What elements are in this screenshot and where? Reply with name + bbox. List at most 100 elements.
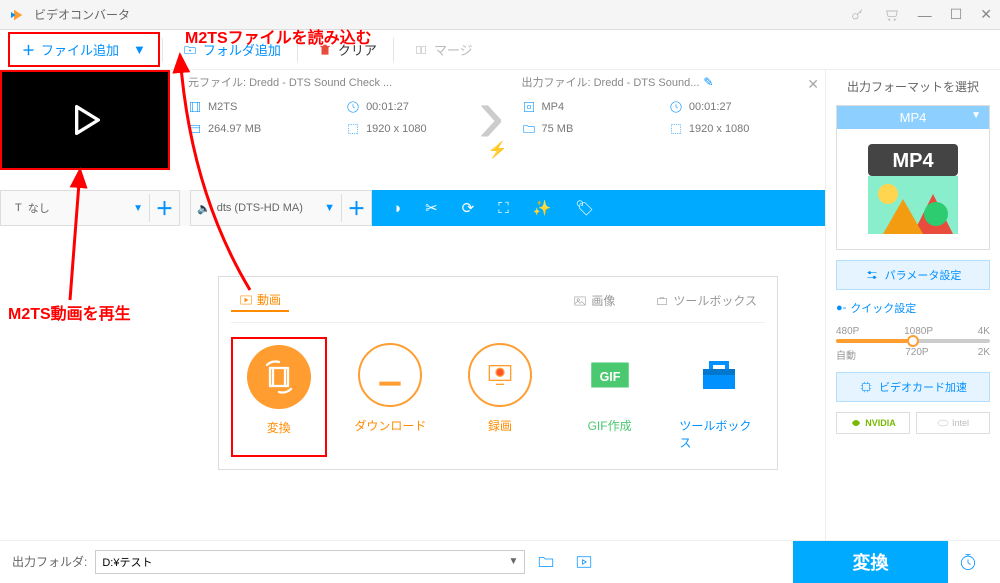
audio-value: dts (DTS-HD MA): [217, 202, 303, 214]
resolution-slider[interactable]: 480P1080P4K 自動720P2K: [836, 326, 990, 362]
edit-filename-button[interactable]: ✎: [703, 75, 713, 89]
app-logo-icon: [8, 6, 26, 24]
out-duration: 00:01:27: [689, 101, 732, 113]
module-gif[interactable]: GIF GIF作成: [564, 337, 656, 457]
svg-text:MP4: MP4: [892, 150, 934, 172]
format-icon: [188, 100, 202, 114]
module-toolbox[interactable]: ツールボックス: [673, 337, 765, 457]
modules-panel: 動画 画像 ツールボックス 変換 ダウンロード 録画 GIF: [218, 276, 778, 470]
download-icon: [374, 359, 406, 391]
format-selector[interactable]: MP4 ▼ MP4: [836, 105, 990, 250]
cart-icon[interactable]: [884, 7, 900, 23]
nvidia-badge: NVIDIA: [836, 412, 910, 434]
tab-image[interactable]: 画像: [565, 289, 623, 312]
svg-text:GIF: GIF: [599, 370, 620, 384]
plus-icon: ＋: [22, 40, 35, 59]
add-file-label: ファイル追加: [41, 40, 119, 59]
src-format: M2TS: [208, 101, 237, 113]
divider: [297, 38, 298, 62]
tab-video[interactable]: 動画: [231, 289, 289, 312]
record-icon: [484, 359, 516, 391]
tab-toolbox[interactable]: ツールボックス: [647, 289, 765, 312]
size-icon: [188, 122, 202, 136]
trash-icon: [318, 43, 332, 57]
app-title: ビデオコンバータ: [34, 6, 850, 23]
output-folder-input[interactable]: D:¥テスト ▼: [95, 550, 525, 574]
src-size: 264.97 MB: [208, 123, 261, 135]
trim-button[interactable]: ✂: [425, 199, 438, 217]
quick-settings-title: ●-クイック設定: [836, 300, 990, 316]
toolbox-icon: [655, 294, 669, 308]
out-size: 75 MB: [542, 123, 574, 135]
play-icon: [65, 100, 105, 140]
main-toolbar: ＋ ファイル追加 ▼ フォルダ追加 クリア マージ: [0, 30, 1000, 70]
source-file-label: 元ファイル: Dredd - DTS Sound Check ...: [188, 74, 482, 90]
hardware-accel-icon: ⚡: [488, 140, 508, 160]
convert-icon: [261, 359, 297, 395]
intel-badge: Intel: [916, 412, 990, 434]
nvidia-icon: [850, 417, 862, 429]
schedule-button[interactable]: [948, 552, 988, 572]
gpu-accel-button[interactable]: ビデオカード加速: [836, 372, 990, 402]
rotate-button[interactable]: ⟳: [462, 199, 475, 217]
module-convert[interactable]: 変換: [231, 337, 327, 457]
video-icon: [239, 293, 253, 307]
dropdown-icon: ▼: [133, 203, 143, 214]
clock-icon: [346, 100, 360, 114]
minimize-button[interactable]: —: [918, 7, 932, 23]
briefcase-icon: [695, 351, 743, 399]
merge-button[interactable]: マージ: [400, 34, 487, 65]
folder-icon: [522, 122, 536, 136]
resolution-icon: [346, 122, 360, 136]
resolution-icon: [669, 122, 683, 136]
add-audio-button[interactable]: ＋: [341, 194, 371, 222]
edit-toolbar: ◑ ✂ ⟳ ⛶ ✨ 🏷: [372, 190, 825, 226]
snapshot-folder-button[interactable]: [575, 553, 593, 571]
subtitle-value: なし: [28, 200, 50, 216]
module-download[interactable]: ダウンロード: [345, 337, 437, 457]
output-format-panel: 出力フォーマットを選択 MP4 ▼ MP4 パラメータ設定 ●-クイック設定: [825, 70, 1000, 540]
convert-button[interactable]: 変換: [793, 541, 948, 583]
parameter-settings-button[interactable]: パラメータ設定: [836, 260, 990, 290]
enhance-button[interactable]: ✨: [533, 199, 552, 217]
add-file-button[interactable]: ＋ ファイル追加 ▼: [8, 32, 160, 67]
module-record[interactable]: 録画: [454, 337, 546, 457]
track-controls: T なし ▼ ＋ 🔈 dts (DTS-HD MA) ▼ ＋ ◑ ✂ ⟳ ⛶: [0, 190, 825, 226]
clear-button[interactable]: クリア: [304, 34, 391, 65]
watermark-button[interactable]: 🏷: [575, 199, 594, 217]
output-format-title: 出力フォーマットを選択: [836, 78, 990, 95]
divider: [393, 38, 394, 62]
open-folder-button[interactable]: [537, 553, 555, 571]
effect-button[interactable]: ◑: [392, 200, 401, 217]
close-button[interactable]: ✕: [980, 6, 992, 23]
format-icon: [522, 100, 536, 114]
subtitle-dropdown[interactable]: T なし ▼: [9, 194, 149, 222]
audio-dropdown[interactable]: 🔈 dts (DTS-HD MA) ▼: [191, 194, 341, 222]
sliders-icon: [865, 268, 879, 282]
image-icon: [573, 294, 587, 308]
intel-icon: [937, 417, 949, 429]
license-icon[interactable]: [850, 7, 866, 23]
dropdown-icon: ▼: [508, 556, 518, 567]
out-res: 1920 x 1080: [689, 123, 750, 135]
divider: [162, 38, 163, 62]
add-subtitle-button[interactable]: ＋: [149, 194, 179, 222]
maximize-button[interactable]: ☐: [950, 6, 963, 23]
file-item: ✕ › ⚡ 元ファイル: Dredd - DTS Sound Check ...…: [0, 70, 825, 190]
video-thumbnail[interactable]: [0, 70, 170, 170]
src-duration: 00:01:27: [366, 101, 409, 113]
dropdown-icon: ▼: [971, 110, 981, 121]
add-folder-button[interactable]: フォルダ追加: [169, 34, 295, 65]
titlebar: ビデオコンバータ — ☐ ✕: [0, 0, 1000, 30]
dropdown-icon: ▼: [324, 202, 335, 214]
dropdown-icon: ▼: [133, 42, 146, 57]
format-preview: MP4: [837, 129, 989, 249]
format-value: MP4: [900, 110, 927, 125]
slider-thumb[interactable]: [907, 335, 919, 347]
crop-button[interactable]: ⛶: [498, 200, 509, 217]
output-folder-value: D:¥テスト: [102, 554, 152, 570]
folder-plus-icon: [183, 43, 197, 57]
clock-icon: [669, 100, 683, 114]
output-file-label: 出力ファイル: Dredd - DTS Sound...: [522, 77, 700, 89]
merge-label: マージ: [434, 40, 473, 59]
